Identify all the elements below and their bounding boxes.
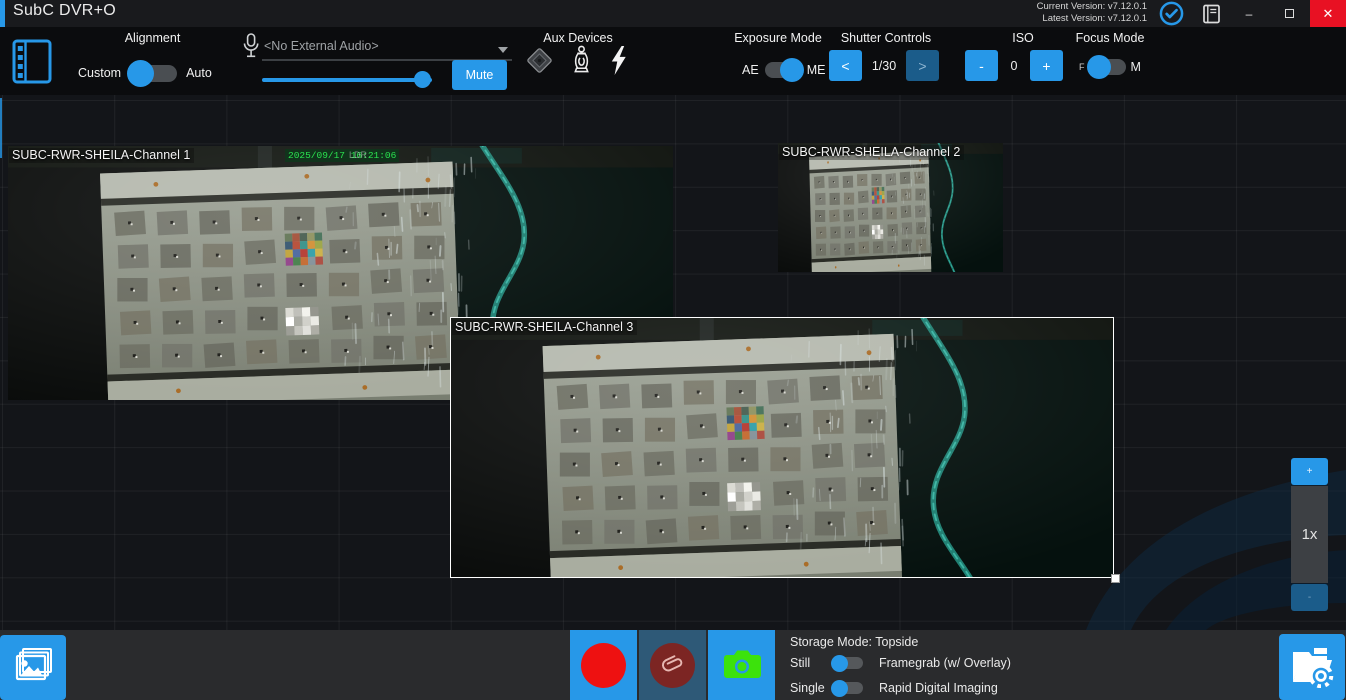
storage-settings: Storage Mode: Topside Still Framegrab (w… [790,635,1011,699]
camera-icon [721,648,763,682]
storage-folder-settings-button[interactable] [1279,634,1345,700]
clip-marker-button[interactable] [639,630,706,700]
storage-mode-text: Storage Mode: Topside [790,635,1011,649]
accent-strip [0,0,5,27]
alignment-toggle-knob [127,60,154,87]
microphone-icon [242,32,260,60]
shutter-prev-button[interactable]: < [829,50,862,81]
laser-diamond-icon [524,45,555,76]
shutter-value: 1/30 [862,59,906,73]
close-button[interactable]: ✕ [1310,0,1346,27]
shutter-next-button[interactable]: > [906,50,939,81]
channel-3-feed [451,318,1113,577]
maximize-button[interactable] [1274,0,1304,27]
aux-laser-button[interactable] [524,45,555,79]
snapshot-button[interactable] [708,630,775,700]
lantern-icon [570,45,593,76]
channel-2-label: SUBC-RWR-SHEILA-Channel 2 [779,145,964,160]
iso-plus-button[interactable]: + [1030,50,1063,81]
video-channel-2[interactable]: SUBC-RWR-SHEILA-Channel 2 [778,143,1003,272]
shutter-controls-label: Shutter Controls [836,31,936,45]
focus-toggle-knob [1087,55,1111,79]
current-version: Current Version: v7.12.0.1 [1037,1,1147,13]
record-icon [581,643,626,688]
changelog-book-icon[interactable] [1202,4,1221,24]
channel-2-feed [778,143,1003,272]
volume-slider-track [262,78,432,82]
volume-slider-thumb[interactable] [414,71,431,88]
zoom-control: + 1x - [1291,458,1328,611]
mute-button[interactable]: Mute [452,60,507,90]
iso-label: ISO [1004,31,1042,45]
single-rapid-toggle[interactable] [833,682,863,694]
video-grid-area: 2025/09/17 16:21:06 LDR SUBC-RWR-SHEILA-… [0,95,1346,630]
still-framegrab-toggle[interactable] [833,657,863,669]
exposure-toggle[interactable] [765,62,801,78]
zoom-out-button[interactable]: - [1291,584,1328,611]
volume-slider[interactable] [262,71,432,89]
media-gallery-button[interactable] [0,635,66,700]
aux-lamp-button[interactable] [570,45,593,79]
video-channel-3-selected[interactable]: SUBC-RWR-SHEILA-Channel 3 [450,317,1114,578]
exposure-mode-label: Exposure Mode [729,31,827,45]
zoom-level: 1x [1291,486,1328,583]
clip-circle [650,643,695,688]
focus-mode-label: Focus Mode [1060,31,1160,45]
bottom-bar: Storage Mode: Topside Still Framegrab (w… [0,630,1346,700]
alignment-label: Alignment [105,31,200,45]
latest-version: Latest Version: v7.12.0.1 [1037,13,1147,25]
minimize-button[interactable]: – [1234,0,1264,27]
channel-3-label: SUBC-RWR-SHEILA-Channel 3 [452,320,637,335]
still-label: Still [790,656,833,670]
iso-value: 0 [998,59,1030,73]
feed-overlay-text: LDR [349,150,367,160]
folder-gear-icon [1288,644,1336,688]
single-label: Single [790,681,833,695]
version-info: Current Version: v7.12.0.1 Latest Versio… [1037,1,1147,25]
toolbar: Alignment Custom Auto <No External Audio… [0,27,1346,95]
aux-devices-label: Aux Devices [528,31,628,45]
record-button[interactable] [570,630,637,700]
layout-filmstrip-button[interactable] [12,39,52,84]
exposure-toggle-knob [780,58,804,82]
aux-strobe-button[interactable] [608,45,629,79]
app-title: SubC DVR+O [13,2,116,20]
zoom-in-button[interactable]: + [1291,458,1328,485]
gallery-icon [11,645,55,687]
framegrab-label: Framegrab (w/ Overlay) [879,656,1011,670]
capture-controls [570,630,775,700]
iso-minus-button[interactable]: - [965,50,998,81]
exposure-me-label: ME [807,63,826,77]
exposure-ae-label: AE [742,63,759,77]
lightning-bolt-icon [608,45,629,76]
alignment-custom-label: Custom [78,66,121,80]
focus-m-label: M [1131,60,1141,74]
chevron-down-icon [498,47,508,53]
app-window: SubC DVR+O Current Version: v7.12.0.1 La… [0,0,1346,700]
focus-toggle[interactable] [1090,59,1126,75]
title-bar: SubC DVR+O Current Version: v7.12.0.1 La… [0,0,1346,27]
maximize-icon [1285,9,1294,18]
alignment-auto-label: Auto [186,66,212,80]
focus-f-label: F [1079,62,1085,72]
timestamp-overlay: 2025/09/17 16:21:06 [285,149,399,162]
alignment-toggle[interactable] [130,65,177,82]
resize-handle[interactable] [1111,574,1120,583]
update-check-icon [1159,1,1184,26]
single-toggle-knob [831,680,848,697]
close-icon: ✕ [1323,6,1334,21]
rapid-imaging-label: Rapid Digital Imaging [879,681,998,695]
edge-accent [0,98,2,158]
audio-device-select[interactable]: <No External Audio> [262,37,512,61]
still-toggle-knob [831,655,848,672]
filmstrip-icon [12,39,52,84]
paperclip-icon [656,648,689,681]
minimize-icon: – [1246,7,1253,21]
channel-1-label: SUBC-RWR-SHEILA-Channel 1 [9,148,194,163]
